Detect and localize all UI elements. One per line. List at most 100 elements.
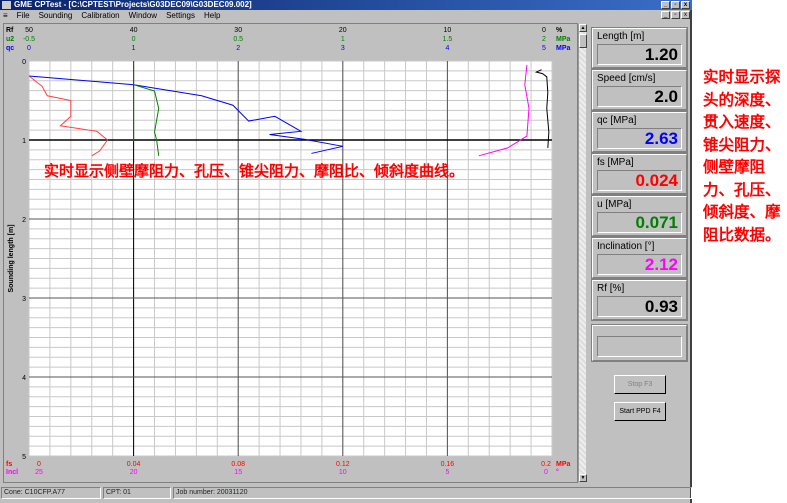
readout-speed: Speed [cm/s] 2.0 — [591, 69, 688, 111]
readout-fs: fs [MPa] 0.024 — [591, 153, 688, 195]
stop-button[interactable]: Stop F3 — [614, 375, 666, 394]
rf-tick-label: 40 — [130, 27, 138, 34]
readout-qc: qc [MPa] 2.63 — [591, 111, 688, 153]
fs-tick-label: 0.12 — [336, 461, 350, 468]
maximize-button[interactable]: ▫ — [671, 1, 680, 9]
menu-file[interactable]: File — [17, 10, 30, 21]
readout-value: 0.024 — [597, 170, 682, 191]
readout-label: Speed [cm/s] — [597, 73, 656, 84]
scroll-thumb[interactable] — [579, 34, 587, 48]
qc-tick-label: 4 — [445, 45, 449, 52]
qc-tick-label: 5 — [542, 45, 546, 52]
u2-axis-name: u2 — [6, 36, 14, 43]
child-maximize-button[interactable]: ▫ — [671, 11, 680, 19]
vertical-scrollbar[interactable]: ▲ ▼ — [578, 24, 587, 482]
annotation-readouts: 实时显示探头的深度、贯入速度、锥尖阻力、侧壁摩阻力、孔压、倾斜度、摩阻比数据。 — [703, 68, 781, 244]
plot-svg: Rf 50 40 30 20 10 0 %u2 -0.5 0 0.5 1 1.5 2 MPaqc 0 1 2 3 4 5… — [6, 27, 571, 476]
readout-value: 1.20 — [597, 44, 682, 65]
close-button[interactable]: x — [681, 1, 690, 9]
readout-label: Inclination [°] — [597, 241, 655, 252]
incl-axis-name: Incl — [6, 469, 18, 476]
incl-tick-label: 5 — [445, 469, 449, 476]
annotation-curves: 实时显示侧壁摩阻力、孔压、锥尖阻力、摩阻比、倾斜度曲线。 — [44, 162, 465, 180]
status-cone: Cone: C10CFP.A77 — [1, 487, 101, 499]
title-bar: GME CPTest - [C:\CPTEST\Projects\G03DEC0… — [0, 0, 692, 10]
u2-tick-label: 1 — [341, 36, 345, 43]
scroll-down-button[interactable]: ▼ — [579, 474, 587, 482]
incl-tick-label: 15 — [234, 469, 242, 476]
window-title: GME CPTest - [C:\CPTEST\Projects\G03DEC0… — [14, 0, 252, 9]
incl-tick-label: 10 — [339, 469, 347, 476]
fs-tick-label: 0.2 — [541, 461, 551, 468]
readout-label: Rf [%] — [597, 283, 625, 294]
qc-unit-label: MPa — [556, 45, 571, 52]
depth-tick-label: 0 — [22, 59, 26, 66]
depth-tick-label: 4 — [22, 375, 26, 382]
depth-tick-label: 2 — [22, 217, 26, 224]
qc-tick-label: 1 — [132, 45, 136, 52]
readout-label: u [MPa] — [597, 199, 632, 210]
qc-tick-label: 2 — [236, 45, 240, 52]
readout-length: Length [m] 1.20 — [591, 27, 688, 69]
qc-axis-name: qc — [6, 45, 14, 52]
app-window: GME CPTest - [C:\CPTEST\Projects\G03DEC0… — [0, 0, 692, 503]
rf-tick-label: 30 — [234, 27, 242, 34]
status-job-number: Job number: 20031120 — [173, 487, 692, 499]
status-cpt: CPT: 01 — [103, 487, 171, 499]
u2-tick-label: -0.5 — [23, 36, 35, 43]
rf-tick-label: 0 — [542, 27, 546, 34]
readout-value: 0.93 — [597, 296, 682, 317]
incl-tick-label: 0 — [544, 469, 548, 476]
readout-u: u [MPa] 0.071 — [591, 195, 688, 237]
child-minimize-button[interactable]: _ — [661, 11, 670, 19]
readout-label: qc [MPa] — [597, 115, 637, 126]
depth-tick-label: 5 — [22, 454, 26, 461]
incl-tick-label: 25 — [35, 469, 43, 476]
u2-unit-label: MPa — [556, 36, 571, 43]
u2-tick-label: 1.5 — [443, 36, 453, 43]
fs-unit-label: MPa — [556, 461, 571, 468]
fs-axis-name: fs — [6, 461, 12, 468]
rf-tick-label: 50 — [25, 27, 33, 34]
scroll-up-button[interactable]: ▲ — [579, 24, 587, 32]
incl-unit-label: ° — [556, 468, 559, 476]
fs-tick-label: 0.04 — [127, 461, 141, 468]
app-icon — [2, 1, 11, 9]
readout-value: 2.0 — [597, 86, 682, 107]
qc-tick-label: 0 — [27, 45, 31, 52]
fs-tick-label: 0 — [37, 461, 41, 468]
menu-help[interactable]: Help — [204, 10, 220, 21]
readout-value: 2.63 — [597, 128, 682, 149]
u2-tick-label: 0 — [132, 36, 136, 43]
menu-bar: ≡ File Sounding Calibration Window Setti… — [0, 10, 692, 21]
readout-inclination: Inclination [°] 2.12 — [591, 237, 688, 279]
empty-readout — [597, 336, 682, 357]
mdi-icon[interactable]: ≡ — [3, 10, 8, 21]
minimize-button[interactable]: _ — [661, 1, 670, 9]
status-bar: Cone: C10CFP.A77 CPT: 01 Job number: 200… — [0, 487, 692, 499]
readout-value: 0.071 — [597, 212, 682, 233]
fs-tick-label: 0.08 — [231, 461, 245, 468]
readout-rf: Rf [%] 0.93 — [591, 279, 688, 321]
readout-value: 2.12 — [597, 254, 682, 275]
cpt-plot: Rf 50 40 30 20 10 0% u2 -0.5 0 0.5 1 1.5 2 MPa qc 0 1 2 3 4 5… — [3, 23, 578, 483]
incl-tick-label: 20 — [130, 469, 138, 476]
start-ppd-button[interactable]: Start PPD F4 — [614, 402, 666, 421]
child-close-button[interactable]: x — [681, 11, 690, 19]
readout-label: Length [m] — [597, 31, 645, 42]
rf-axis-name: Rf — [6, 27, 14, 34]
menu-calibration[interactable]: Calibration — [81, 10, 119, 21]
u2-tick-label: 2 — [542, 36, 546, 43]
depth-tick-label: 1 — [22, 138, 26, 145]
u2-tick-label: 0.5 — [233, 36, 243, 43]
readout-label: fs [MPa] — [597, 157, 634, 168]
menu-sounding[interactable]: Sounding — [39, 10, 73, 21]
fs-tick-label: 0.16 — [441, 461, 455, 468]
empty-panel — [591, 324, 688, 362]
menu-settings[interactable]: Settings — [166, 10, 195, 21]
rf-tick-label: 10 — [444, 27, 452, 34]
depth-tick-label: 3 — [22, 296, 26, 303]
qc-tick-label: 3 — [341, 45, 345, 52]
depth-axis-label: Sounding length [m] — [8, 224, 15, 292]
menu-window[interactable]: Window — [129, 10, 157, 21]
